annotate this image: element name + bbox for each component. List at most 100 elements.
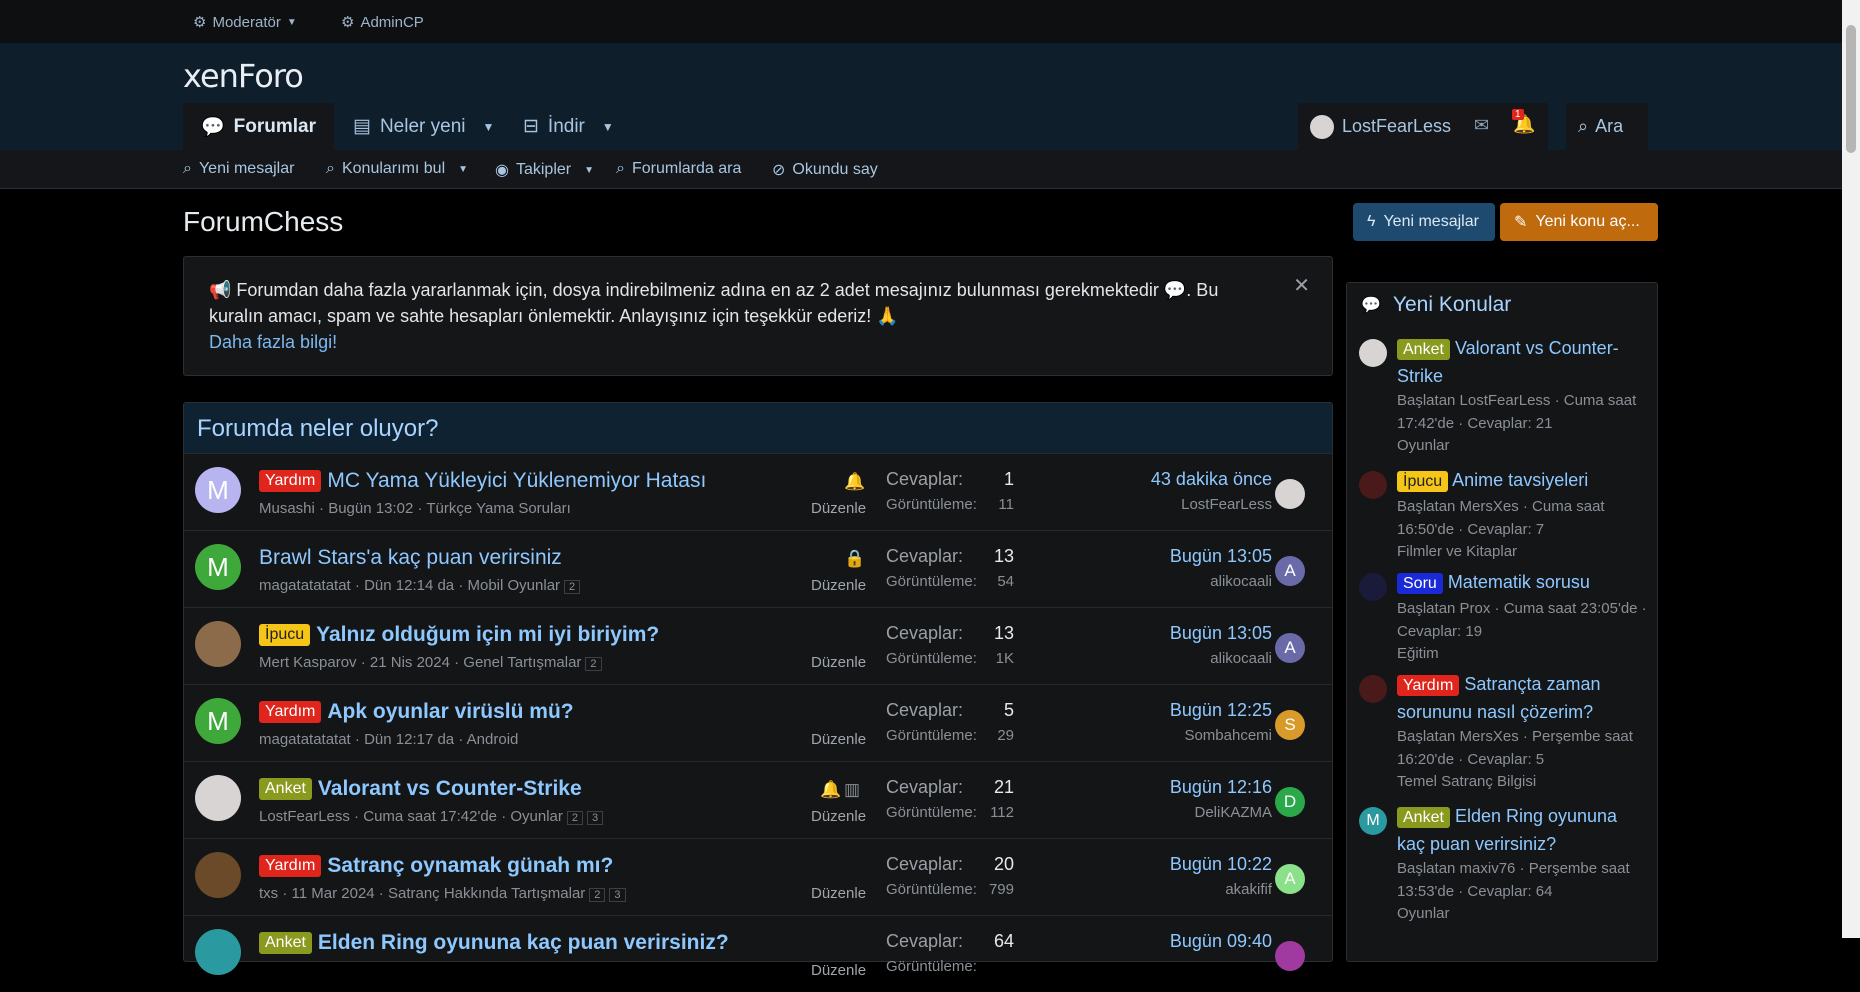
thread-title[interactable]: Yardım MC Yama Yükleyici Yüklenemiyor Hat… — [259, 469, 706, 493]
account-username[interactable]: LostFearLess — [1342, 116, 1451, 137]
avatar[interactable] — [195, 852, 241, 898]
site-logo[interactable]: xenForo — [183, 57, 304, 95]
thread-prefix-label[interactable]: Anket — [1397, 807, 1450, 828]
thread-row[interactable]: M Yardım MC Yama Yükleyici Yüklenemiyor Ha… — [184, 453, 1332, 530]
sidebar-thread-title[interactable]: Soru Matematik sorusu — [1397, 569, 1647, 597]
thread-forum[interactable]: Oyunlar — [510, 808, 563, 825]
last-post-time[interactable]: Bugün 12:16 — [1170, 777, 1272, 798]
thread-date[interactable]: Cuma saat 17:42'de — [363, 808, 497, 825]
subnav-search-forums[interactable]: ⌕ Forumlarda ara — [616, 160, 741, 178]
last-poster-avatar[interactable]: A — [1275, 864, 1305, 894]
thread-forum[interactable]: Mobil Oyunlar — [468, 577, 561, 594]
thread-prefix-label[interactable]: Yardım — [259, 701, 322, 723]
sidebar-thread-title[interactable]: Anket Valorant vs Counter-Strike — [1397, 335, 1647, 389]
admincp-link[interactable]: ⚙ AdminCP — [341, 13, 424, 32]
thread-row[interactable]: M Yardım Apk oyunlar virüslü mü? magatatata… — [184, 684, 1332, 761]
avatar[interactable]: M — [1359, 807, 1387, 835]
thread-date[interactable]: Dün 12:17 da — [364, 731, 454, 748]
thread-prefix-label[interactable]: İpucu — [259, 624, 311, 646]
avatar[interactable]: M — [195, 467, 241, 513]
avatar[interactable] — [1359, 675, 1387, 703]
sidebar-thread-title[interactable]: İpucu Anime tavsiyeleri — [1397, 467, 1647, 495]
new-posts-button[interactable]: ϟ Yeni mesajlar — [1353, 203, 1495, 241]
thread-prefix-label[interactable]: Anket — [259, 932, 312, 954]
avatar[interactable] — [195, 621, 241, 667]
last-poster-avatar[interactable]: A — [1275, 556, 1305, 586]
sidebar-thread-forum[interactable]: Oyunlar — [1397, 905, 1450, 922]
page-jump-link[interactable]: 3 — [587, 811, 604, 825]
thread-title[interactable]: Anket Valorant vs Counter-Strike — [259, 777, 582, 801]
avatar[interactable] — [195, 929, 241, 975]
subnav-new-posts[interactable]: ⌕ Yeni mesajlar — [183, 160, 294, 178]
sidebar-thread-forum[interactable]: Filmler ve Kitaplar — [1397, 543, 1517, 560]
edit-link[interactable]: Düzenle — [811, 654, 866, 671]
scrollbar-thumb[interactable] — [1846, 25, 1856, 153]
tab-downloads[interactable]: ⊟ İndir ▼ — [505, 103, 632, 150]
thread-row[interactable]: İpucu Yalnız olduğum için mi iyi biriyim?… — [184, 607, 1332, 684]
edit-link[interactable]: Düzenle — [811, 577, 866, 594]
thread-row[interactable]: M Brawl Stars'a kaç puan verirsiniz magata… — [184, 530, 1332, 607]
last-post-user[interactable]: alikocaali — [1210, 650, 1272, 667]
sidebar-thread-title[interactable]: Anket Elden Ring oyununa kaç puan verirs… — [1397, 803, 1647, 857]
moderator-menu[interactable]: ⚙ Moderatör ▼ — [193, 13, 297, 32]
sidebar-thread-title[interactable]: Yardım Satrançta zaman sorununu nasıl çö… — [1397, 671, 1647, 725]
thread-prefix-label[interactable]: Yardım — [259, 855, 322, 877]
page-jump-link[interactable]: 2 — [585, 657, 602, 671]
thread-prefix-label[interactable]: Anket — [259, 778, 312, 800]
thread-date[interactable]: Dün 12:14 da — [364, 577, 454, 594]
thread-forum[interactable]: Android — [467, 731, 519, 748]
subnav-watched[interactable]: ◉ Takipler ▼ — [495, 160, 594, 180]
scrollbar[interactable] — [1842, 0, 1860, 938]
thread-author[interactable]: Musashi — [259, 500, 315, 517]
last-poster-avatar[interactable]: S — [1275, 710, 1305, 740]
last-post-time[interactable]: Bugün 09:40 — [1170, 931, 1272, 952]
last-poster-avatar[interactable] — [1275, 479, 1305, 509]
page-jump-link[interactable]: 2 — [589, 888, 606, 902]
last-post-time[interactable]: Bugün 12:25 — [1170, 700, 1272, 721]
last-post-time[interactable]: Bugün 13:05 — [1170, 623, 1272, 644]
sidebar-thread-forum[interactable]: Oyunlar — [1397, 437, 1450, 454]
thread-date[interactable]: 11 Mar 2024 — [292, 885, 375, 902]
notice-more-link[interactable]: Daha fazla bilgi! — [209, 332, 337, 352]
page-jump-link[interactable]: 2 — [566, 811, 584, 825]
page-jump-link[interactable]: 3 — [609, 888, 626, 902]
edit-link[interactable]: Düzenle — [811, 885, 866, 902]
sidebar-thread-forum[interactable]: Temel Satranç Bilgisi — [1397, 773, 1536, 790]
thread-title[interactable]: Yardım Satranç oynamak günah mı? — [259, 854, 613, 878]
thread-author[interactable]: LostFearLess — [259, 808, 350, 825]
last-post-user[interactable]: Sombahcemi — [1184, 727, 1272, 744]
last-poster-avatar[interactable]: D — [1275, 787, 1305, 817]
thread-forum[interactable]: Satranç Hakkında Tartışmalar — [388, 885, 585, 902]
tab-forums[interactable]: 💬 Forumlar — [183, 103, 335, 150]
thread-forum[interactable]: Türkçe Yama Soruları — [426, 500, 571, 517]
last-post-time[interactable]: Bugün 10:22 — [1170, 854, 1272, 875]
avatar[interactable] — [1359, 471, 1387, 499]
thread-row[interactable]: Anket Elden Ring oyununa kaç puan verirsi… — [184, 915, 1332, 992]
search-button[interactable]: ⌕ Ara — [1566, 103, 1648, 150]
thread-author[interactable]: Mert Kasparov — [259, 654, 357, 671]
thread-row[interactable]: Anket Valorant vs Counter-Strike LostFearL… — [184, 761, 1332, 838]
edit-link[interactable]: Düzenle — [811, 500, 866, 517]
last-post-time[interactable]: 43 dakika önce — [1151, 469, 1272, 490]
thread-author[interactable]: magatatatatat — [259, 577, 351, 594]
new-thread-button[interactable]: ✎ Yeni konu aç... — [1500, 203, 1658, 241]
thread-title[interactable]: Anket Elden Ring oyununa kaç puan verirsi… — [259, 931, 729, 955]
avatar[interactable] — [195, 775, 241, 821]
thread-date[interactable]: Bugün 13:02 — [328, 500, 413, 517]
thread-title[interactable]: Brawl Stars'a kaç puan verirsiniz — [259, 546, 562, 570]
envelope-icon[interactable]: ✉ — [1474, 115, 1489, 136]
thread-prefix-label[interactable]: İpucu — [1397, 471, 1449, 492]
subnav-find-threads[interactable]: ⌕ Konularımı bul ▼ — [326, 160, 468, 178]
last-post-user[interactable]: akakifif — [1225, 881, 1272, 898]
avatar[interactable] — [1310, 115, 1334, 139]
last-post-user[interactable]: DeliKAZMA — [1194, 804, 1272, 821]
avatar[interactable]: M — [195, 698, 241, 744]
edit-link[interactable]: Düzenle — [811, 808, 866, 825]
subnav-mark-read[interactable]: ⊘ Okundu say — [772, 160, 878, 180]
thread-forum[interactable]: Genel Tartışmalar — [463, 654, 581, 671]
thread-title[interactable]: İpucu Yalnız olduğum için mi iyi biriyim? — [259, 623, 659, 647]
edit-link[interactable]: Düzenle — [811, 731, 866, 748]
avatar[interactable]: M — [195, 544, 241, 590]
chevron-down-icon[interactable]: ▼ — [483, 120, 495, 134]
tab-whats-new[interactable]: ▤ Neler yeni ▼ — [335, 103, 512, 150]
